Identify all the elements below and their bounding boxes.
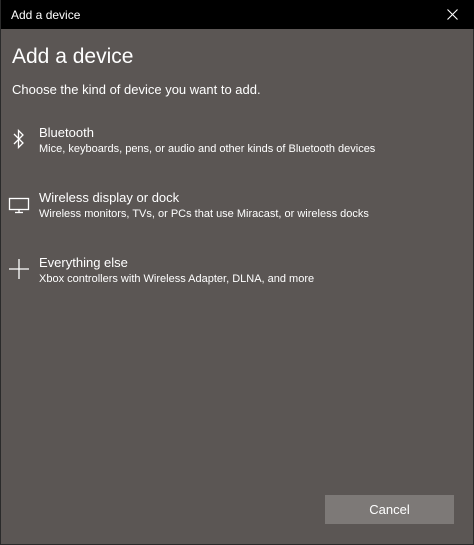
option-wireless-display[interactable]: Wireless display or dock Wireless monito… bbox=[1, 190, 473, 242]
option-everything-else[interactable]: Everything else Xbox controllers with Wi… bbox=[1, 255, 473, 307]
option-label: Wireless display or dock bbox=[39, 190, 180, 205]
title-bar[interactable]: Add a device bbox=[1, 0, 474, 29]
plus-icon bbox=[7, 255, 31, 283]
page-title: Add a device bbox=[12, 45, 134, 68]
option-label: Everything else bbox=[39, 255, 128, 270]
monitor-icon bbox=[7, 190, 31, 218]
option-label: Bluetooth bbox=[39, 125, 94, 140]
close-icon bbox=[446, 9, 458, 20]
option-description: Wireless monitors, TVs, or PCs that use … bbox=[39, 208, 369, 220]
option-description: Mice, keyboards, pens, or audio and othe… bbox=[39, 143, 376, 155]
page-subtitle: Choose the kind of device you want to ad… bbox=[12, 82, 261, 97]
add-device-dialog: Add a device Add a device Choose the kin… bbox=[0, 0, 474, 545]
option-bluetooth[interactable]: Bluetooth Mice, keyboards, pens, or audi… bbox=[1, 125, 473, 177]
option-description: Xbox controllers with Wireless Adapter, … bbox=[39, 273, 315, 285]
bluetooth-icon bbox=[7, 125, 31, 153]
cancel-button[interactable]: Cancel bbox=[325, 495, 454, 524]
window-title: Add a device bbox=[11, 8, 81, 22]
close-button[interactable] bbox=[429, 0, 474, 29]
